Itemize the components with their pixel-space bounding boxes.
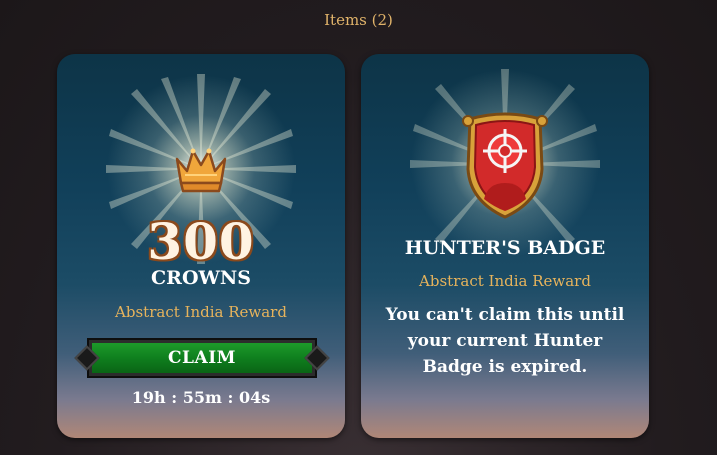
claim-button-frame: CLAIM (81, 334, 323, 382)
crowns-reward-card: 300 CROWNS Abstract India Reward CLAIM 1… (57, 54, 345, 438)
claim-restriction-message: You can't claim this until your current … (385, 305, 625, 377)
claim-timer: 19h : 55m : 04s (131, 388, 271, 407)
badge-title: HUNTER'S BADGE (404, 237, 606, 259)
items-header: Items (2) (324, 11, 393, 29)
hunter-badge-icon (462, 112, 548, 219)
crowns-label: CROWNS (151, 267, 251, 289)
reward-source: Abstract India Reward (419, 272, 591, 290)
crown-icon (175, 148, 227, 193)
reward-source: Abstract India Reward (115, 303, 287, 321)
claim-button[interactable]: CLAIM (87, 338, 317, 378)
hunter-badge-card: HUNTER'S BADGE Abstract India Reward You… (361, 54, 649, 438)
items-page: Items (2) 300 CROWNS Abstract India Rewa… (0, 0, 717, 455)
crowns-amount: 300 (147, 212, 255, 271)
